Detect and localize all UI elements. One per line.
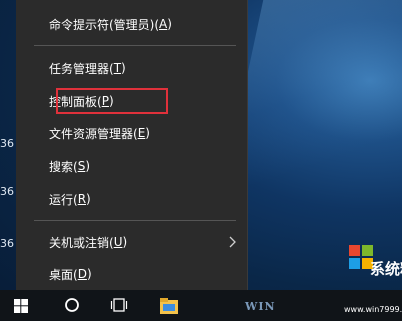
menu-item-file-explorer[interactable]: 文件资源管理器(E) xyxy=(16,119,248,147)
highlight-box-control-panel xyxy=(56,88,168,114)
watermark-text: WIN xyxy=(245,300,276,313)
menu-item-label-suffix: ) xyxy=(145,126,150,140)
menu-item-label: 桌面( xyxy=(49,267,78,282)
menu-item-label-suffix: ) xyxy=(85,159,90,173)
menu-item-label: 文件资源管理器( xyxy=(49,126,138,141)
menu-item-run[interactable]: 运行(R) xyxy=(16,185,248,213)
watermark-brand-url: www.win7999.com xyxy=(344,305,402,314)
menu-item-label: 命令提示符(管理员)( xyxy=(49,17,160,32)
task-view-icon[interactable] xyxy=(110,296,128,314)
menu-item-desktop[interactable]: 桌面(D) xyxy=(16,260,248,288)
menu-item-search[interactable]: 搜索(S) xyxy=(16,152,248,180)
menu-item-task-manager[interactable]: 任务管理器(T) xyxy=(16,54,248,82)
menu-item-label-suffix: ) xyxy=(121,61,126,75)
watermark-brand-name: 系统粉 xyxy=(370,260,402,278)
menu-item-access-key: D xyxy=(77,267,87,281)
menu-item-label-suffix: ) xyxy=(167,17,172,31)
menu-item-label: 搜索( xyxy=(49,159,78,174)
menu-item-access-key: R xyxy=(77,192,87,206)
desktop-icon-label-fragment: 36 xyxy=(0,137,14,150)
menu-item-label: 任务管理器( xyxy=(49,61,114,76)
menu-item-command-prompt-admin[interactable]: 命令提示符(管理员)(A) xyxy=(16,10,248,38)
windows-start-icon[interactable] xyxy=(14,299,28,313)
menu-item-shutdown-signout[interactable]: 关机或注销(U) xyxy=(16,228,248,256)
menu-item-access-key: T xyxy=(113,61,122,75)
menu-item-label: 运行( xyxy=(49,192,78,207)
desktop-icon-label-fragment: 36 xyxy=(0,237,14,250)
menu-item-label-suffix: ) xyxy=(86,192,91,206)
menu-item-access-key: A xyxy=(159,17,168,31)
menu-item-access-key: E xyxy=(137,126,146,140)
cortana-circle-icon[interactable] xyxy=(64,297,80,313)
desktop-icon-label-fragment: 36 xyxy=(0,185,14,198)
menu-item-label-suffix: ) xyxy=(86,267,92,281)
file-explorer-icon[interactable] xyxy=(158,295,180,317)
menu-item-label: 关机或注销( xyxy=(49,235,114,250)
menu-separator xyxy=(34,45,236,46)
menu-item-access-key: U xyxy=(113,235,123,249)
menu-separator xyxy=(34,220,236,221)
menu-item-access-key: S xyxy=(77,159,86,173)
winx-context-menu: 命令提示符(管理员)(A) 任务管理器(T) 控制面板(P) 文件资源管理器(E… xyxy=(16,0,248,290)
chevron-right-icon xyxy=(229,236,236,248)
menu-item-label-suffix: ) xyxy=(122,235,128,249)
